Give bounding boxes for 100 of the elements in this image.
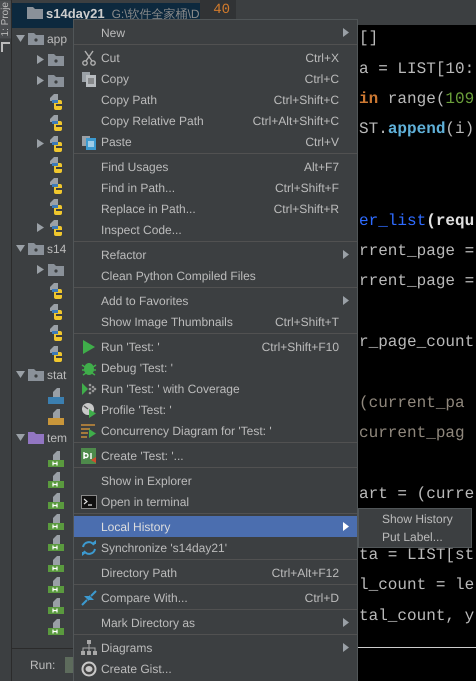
menu-item[interactable]: Run 'Test: ' with Coverage — [74, 378, 357, 399]
line-number: 40 — [213, 2, 230, 18]
html-file-icon — [48, 450, 64, 466]
python-file-icon — [48, 114, 64, 130]
copy-icon — [81, 70, 97, 86]
sync-icon — [81, 540, 97, 556]
create-test-icon — [81, 448, 97, 464]
expanded-arrow-icon[interactable] — [16, 34, 25, 43]
html-file-icon — [48, 576, 64, 592]
js-file-icon — [48, 408, 64, 424]
menu-item[interactable]: Replace in Path... Ctrl+Shift+R — [74, 198, 357, 219]
expanded-arrow-icon[interactable] — [16, 433, 25, 442]
code-line: [] — [359, 30, 378, 46]
code-line: er_list(requ — [359, 212, 474, 229]
tree-item-label[interactable]: stat — [47, 368, 66, 382]
folder-icon — [48, 53, 64, 66]
play-icon — [82, 338, 96, 354]
code-line: r_page_count — [359, 334, 474, 350]
collapsed-arrow-icon[interactable] — [36, 223, 45, 232]
code-line: a = LIST[10: — [359, 60, 474, 77]
menu-item[interactable]: Copy Ctrl+C — [74, 68, 357, 89]
menu-item[interactable]: New — [74, 22, 357, 43]
menu-item[interactable]: Create Gist... — [74, 658, 357, 679]
menu-item[interactable]: Debug 'Test: ' — [74, 357, 357, 378]
code-line: rrent_page = — [359, 273, 474, 290]
python-file-icon — [48, 282, 64, 298]
paste-icon — [81, 134, 97, 150]
code-line: in range(109 — [359, 90, 474, 107]
run-label: Run: — [30, 658, 56, 672]
scissors-icon — [81, 50, 97, 66]
project-root-label[interactable]: s14day21 — [46, 6, 105, 21]
submenu-item[interactable]: Put Label... — [359, 528, 471, 546]
menu-item[interactable]: Diagrams — [74, 637, 357, 658]
menu-item[interactable]: Inspect Code... — [74, 219, 357, 240]
python-file-icon — [48, 220, 64, 236]
html-file-icon — [48, 534, 64, 550]
menu-item[interactable]: Directory Path Ctrl+Alt+F12 — [74, 562, 357, 583]
tree-item-label[interactable]: s14 — [47, 242, 66, 256]
collapsed-arrow-icon[interactable] — [36, 76, 45, 85]
code-line: ta = LIST[st — [359, 546, 474, 563]
python-file-icon — [48, 198, 64, 214]
compare-icon — [81, 590, 97, 606]
menu-item[interactable]: Find in Path... Ctrl+Shift+F — [74, 177, 357, 198]
menu-item[interactable]: Compare With... Ctrl+D — [74, 587, 357, 608]
html-file-icon — [48, 472, 64, 488]
python-file-icon — [48, 324, 64, 340]
collapsed-arrow-icon[interactable] — [36, 55, 45, 64]
menu-item[interactable]: Mark Directory as — [74, 612, 357, 633]
menu-item[interactable]: Cut Ctrl+X — [74, 47, 357, 68]
css-file-icon — [48, 388, 64, 404]
menu-item[interactable]: Refactor — [74, 244, 357, 265]
project-tool-icon — [1, 42, 10, 52]
concurrency-icon — [81, 422, 97, 438]
folder-icon — [28, 368, 44, 381]
tree-item-label[interactable]: tem — [47, 430, 68, 444]
collapsed-arrow-icon[interactable] — [36, 139, 45, 148]
menu-item[interactable]: Synchronize 's14day21' — [74, 537, 357, 558]
python-file-icon — [48, 136, 64, 152]
folder-icon — [28, 242, 44, 255]
expanded-arrow-icon[interactable] — [16, 370, 25, 379]
collapsed-arrow-icon[interactable] — [36, 265, 45, 274]
folder-icon — [28, 32, 44, 45]
html-file-icon — [48, 492, 64, 508]
tree-item-label[interactable]: app — [47, 32, 68, 46]
menu-item[interactable]: Concurrency Diagram for 'Test: ' — [74, 420, 357, 441]
menu-item[interactable]: Add to Favorites — [74, 290, 357, 311]
terminal-icon — [81, 494, 97, 508]
code-line: ST.append(i) — [359, 121, 474, 138]
python-file-icon — [48, 346, 64, 362]
menu-item[interactable]: Find Usages Alt+F7 — [74, 156, 357, 177]
folder-icon — [48, 263, 64, 276]
menu-item[interactable]: Profile 'Test: ' — [74, 399, 357, 420]
python-file-icon — [48, 94, 64, 110]
menu-item[interactable]: Show Image Thumbnails Ctrl+Shift+T — [74, 311, 357, 332]
menu-item[interactable]: Paste Ctrl+V — [74, 131, 357, 152]
submenu-item[interactable]: Show History — [359, 510, 471, 528]
expanded-arrow-icon[interactable] — [16, 244, 25, 253]
html-file-icon — [48, 598, 64, 614]
menu-item[interactable]: Run 'Test: ' Ctrl+Shift+F10 — [74, 336, 357, 357]
html-file-icon — [48, 556, 64, 572]
project-path: G:\软件全家桶\D — [112, 6, 200, 23]
folder-icon — [48, 74, 64, 87]
menu-item[interactable]: Local History — [74, 516, 357, 537]
folder-icon — [27, 6, 43, 19]
menu-item[interactable]: Open in terminal — [74, 491, 357, 512]
code-line: l_count = le — [359, 577, 474, 594]
python-file-icon — [48, 156, 64, 172]
menu-item[interactable]: Create 'Test: '... — [74, 445, 357, 466]
code-line: current_pag — [359, 425, 465, 442]
menu-item[interactable]: Show in Explorer — [74, 470, 357, 491]
menu-item[interactable]: Copy Relative Path Ctrl+Alt+Shift+C — [74, 110, 357, 131]
code-line: rrent_page = — [359, 242, 474, 259]
project-tool-tab[interactable]: 1: Proje — [0, 0, 11, 38]
gauge-icon — [81, 402, 97, 418]
python-file-icon — [48, 304, 64, 320]
menu-item[interactable]: Copy Path Ctrl+Shift+C — [74, 89, 357, 110]
python-file-icon — [48, 178, 64, 194]
code-line: art = (curre — [359, 486, 474, 502]
coverage-icon — [81, 380, 97, 396]
menu-item[interactable]: Clean Python Compiled Files — [74, 265, 357, 286]
